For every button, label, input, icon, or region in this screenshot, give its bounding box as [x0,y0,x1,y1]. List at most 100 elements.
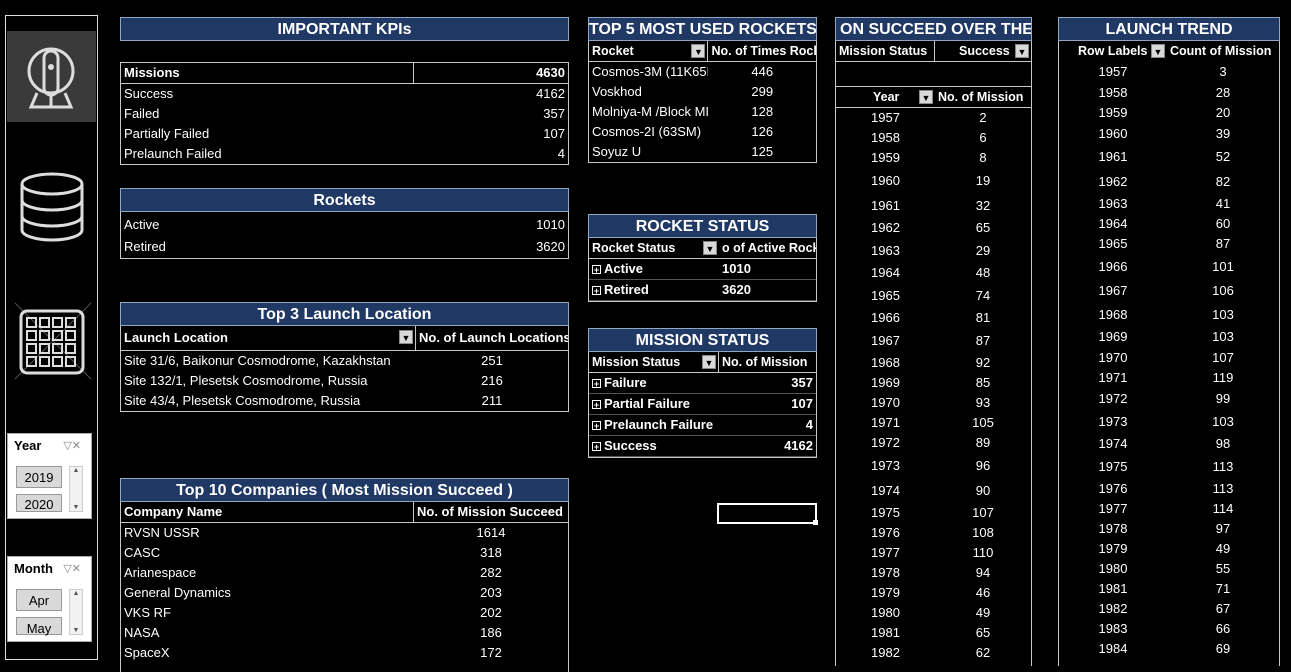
top10-header: Company Name No. of Mission Succeed [121,502,568,523]
table-row[interactable]: + Prelaunch Failure 4 [589,415,816,436]
row-value: 4162 [784,438,813,453]
clear-filter-icon[interactable]: ▽✕ [63,562,81,575]
rocket-nav-button[interactable] [7,31,96,122]
row-label-text: 1980 [871,605,900,620]
row-label: 1964 [836,263,935,283]
slicer-item-apr[interactable]: Apr [16,589,62,611]
clear-filter-icon[interactable]: ▽✕ [63,439,81,452]
month-slicer-scrollbar[interactable]: ▲ ▼ [69,589,83,635]
table-row[interactable]: + Retired 3620 [589,280,816,301]
kpi-missions-value: 4630 [536,65,565,80]
succeed-col1: Year [873,90,900,104]
filter-icon[interactable]: ▼ [1015,44,1029,58]
table-row[interactable]: + Active 1010 [589,259,816,280]
filter-icon[interactable]: ▼ [399,330,413,344]
table-row: Failed 357 [121,104,568,124]
row-value: 106 [1212,283,1234,298]
row-value: 29 [975,243,991,258]
rocket-status-header: Rocket Status ▼ o of Active Rockets [589,238,816,259]
expand-icon[interactable]: + [592,421,601,431]
row-label-text: Site 31/6, Baikonur Cosmodrome, Kazakhst… [124,353,391,368]
table-row: 1971 105 [836,413,1031,433]
expand-icon[interactable]: + [592,265,601,275]
kpi-missions-label: Missions [121,63,414,83]
row-label: 1963 [836,238,935,263]
row-label: 1982 [836,643,935,663]
succeed-col2: No. of Mission [938,90,1024,104]
top10-col1: Company Name [121,502,414,522]
table-row: 1976 113 [1059,479,1279,499]
top5-col1: Rocket [592,44,634,58]
row-label-text: 1975 [1098,459,1128,474]
selected-cell[interactable] [717,503,817,524]
table-row[interactable]: + Failure 357 [589,373,816,394]
filter-dropdown-icon[interactable]: ▼ [703,241,717,255]
year-slicer[interactable]: Year ▽✕ 2019 2020 ▲ ▼ [7,433,92,519]
table-row: 1967 87 [836,328,1031,353]
row-label-text: Prelaunch Failure [604,417,714,432]
row-value: 19 [975,173,991,188]
row-label-text: 1972 [871,435,900,450]
slicer-item-2020[interactable]: 2020 [16,494,62,512]
table-row: 1963 41 [1059,194,1279,214]
row-value: 203 [480,585,502,600]
filter-dropdown-icon[interactable]: ▼ [1151,44,1165,58]
expand-icon[interactable]: + [592,400,601,410]
expand-icon[interactable]: + [592,379,601,389]
row-label: + Retired [589,280,719,300]
row-value: 216 [481,373,503,388]
expand-icon[interactable]: + [592,286,601,296]
table-row: RVSN USSR 1614 [121,523,568,543]
month-slicer[interactable]: Month ▽✕ Apr May ▲ ▼ [7,556,92,642]
database-nav-button[interactable] [7,166,96,246]
table-row: 1964 48 [836,263,1031,283]
row-label: 1960 [836,168,935,193]
row-label: Retired [121,236,414,258]
row-label: 1974 [1059,434,1167,454]
row-value: 211 [481,393,503,408]
expand-icon[interactable]: + [592,442,601,452]
row-label-text: 1971 [1098,370,1128,385]
row-label: 1976 [1059,479,1167,499]
table-row: 1967 106 [1059,279,1279,302]
table-row: 1957 2 [836,108,1031,128]
row-label: 1973 [1059,409,1167,434]
fill-handle[interactable] [813,520,818,525]
slicer-item-may[interactable]: May [16,617,62,636]
row-label-text: 1961 [871,198,900,213]
table-row: 1965 74 [836,283,1031,308]
row-value: 103 [1212,329,1234,344]
table-row: 1980 55 [1059,559,1279,579]
row-value: 318 [480,545,502,560]
filter-icon[interactable]: ▼ [691,44,706,58]
filter-dropdown-icon[interactable]: ▼ [702,355,716,369]
row-label-text: Retired [604,282,649,297]
row-label: 1972 [836,433,935,453]
table-row: 1974 98 [1059,434,1279,454]
row-label-text: Failure [604,375,647,390]
grid-nav-button[interactable] [7,301,96,381]
row-value: 71 [1215,581,1231,596]
row-label-text: 1976 [871,525,900,540]
row-label: 1967 [1059,279,1167,302]
table-row[interactable]: + Partial Failure 107 [589,394,816,415]
slicer-item-2019[interactable]: 2019 [16,466,62,488]
table-row[interactable]: + Success 4162 [589,436,816,457]
row-label-text: RVSN USSR [124,525,200,540]
succeed-panel: ON SUCCEED OVER THE Y Mission Status Suc… [835,17,1032,666]
filter-dropdown-icon[interactable]: ▼ [919,90,933,104]
row-value: 113 [1212,459,1234,474]
succeed-header: Year ▼ No. of Mission [836,87,1031,108]
row-value: 65 [975,625,991,640]
row-value: 1614 [476,525,506,540]
row-value: 3620 [722,282,751,297]
succeed-title: ON SUCCEED OVER THE Y [835,17,1032,41]
row-label-text: 1978 [871,565,900,580]
row-label: 1971 [1059,368,1167,388]
row-value: 85 [975,375,991,390]
table-row: 1976 108 [836,523,1031,543]
year-slicer-scrollbar[interactable]: ▲ ▼ [69,466,83,512]
row-label: 1960 [1059,123,1167,144]
table-row: 1975 107 [836,503,1031,523]
rocket-status-col1: Rocket Status [592,241,676,255]
